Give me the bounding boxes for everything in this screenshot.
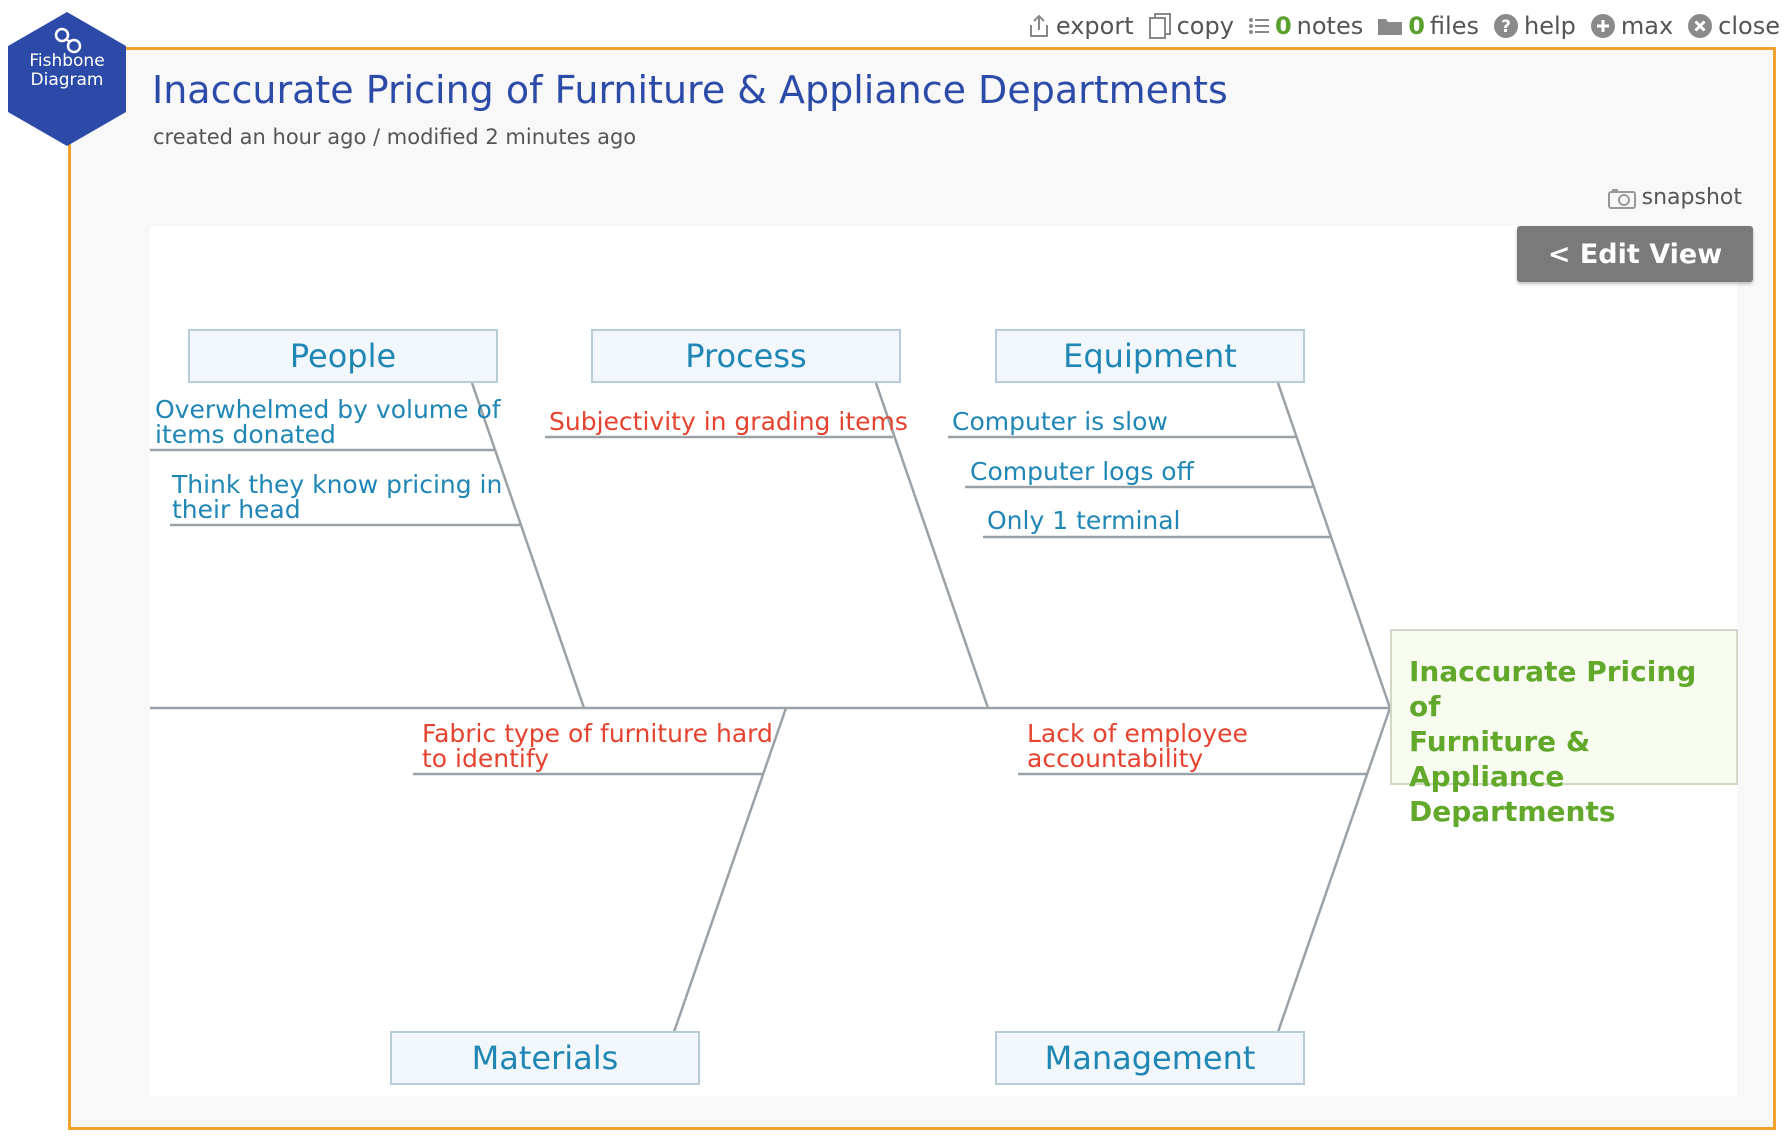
cause-people-2-line-2: their head (172, 495, 301, 524)
cause-people-2-line-1: Think they know pricing in (172, 470, 503, 499)
category-process[interactable]: Process (591, 329, 901, 383)
cause-materials-1[interactable]: Fabric type of furniture hard to identif… (422, 721, 773, 771)
cause-people-2[interactable]: Think they know pricing in their head (172, 472, 502, 522)
effect-line-2: Furniture & Appliance (1409, 725, 1591, 793)
management-bone (1276, 707, 1392, 1033)
cause-people-1[interactable]: Overwhelmed by volume of items donated (155, 397, 501, 447)
edit-view-button[interactable]: < Edit View (1517, 226, 1753, 282)
fishbone-lines (150, 382, 1392, 1033)
effect-line-3: Departments (1409, 795, 1616, 828)
cause-equipment-1[interactable]: Computer is slow (952, 409, 1168, 434)
cause-people-1-line-2: items donated (155, 420, 336, 449)
cause-equipment-2[interactable]: Computer logs off (970, 459, 1194, 484)
cause-management-1[interactable]: Lack of employee accountability (1027, 721, 1248, 771)
cause-materials-1-line-2: to identify (422, 744, 549, 773)
cause-management-1-line-2: accountability (1027, 744, 1204, 773)
category-management[interactable]: Management (995, 1031, 1305, 1085)
cause-process-1[interactable]: Subjectivity in grading items (549, 409, 908, 434)
cause-people-1-line-1: Overwhelmed by volume of (155, 395, 501, 424)
category-materials[interactable]: Materials (390, 1031, 700, 1085)
cause-materials-1-line-1: Fabric type of furniture hard (422, 719, 773, 748)
category-people[interactable]: People (188, 329, 498, 383)
equipment-bone (1276, 382, 1392, 709)
cause-equipment-3[interactable]: Only 1 terminal (987, 508, 1181, 533)
cause-management-1-line-1: Lack of employee (1027, 719, 1248, 748)
effect-box[interactable]: Inaccurate Pricing of Furniture & Applia… (1390, 629, 1738, 828)
category-equipment[interactable]: Equipment (995, 329, 1305, 383)
effect-line-1: Inaccurate Pricing of (1409, 655, 1697, 723)
